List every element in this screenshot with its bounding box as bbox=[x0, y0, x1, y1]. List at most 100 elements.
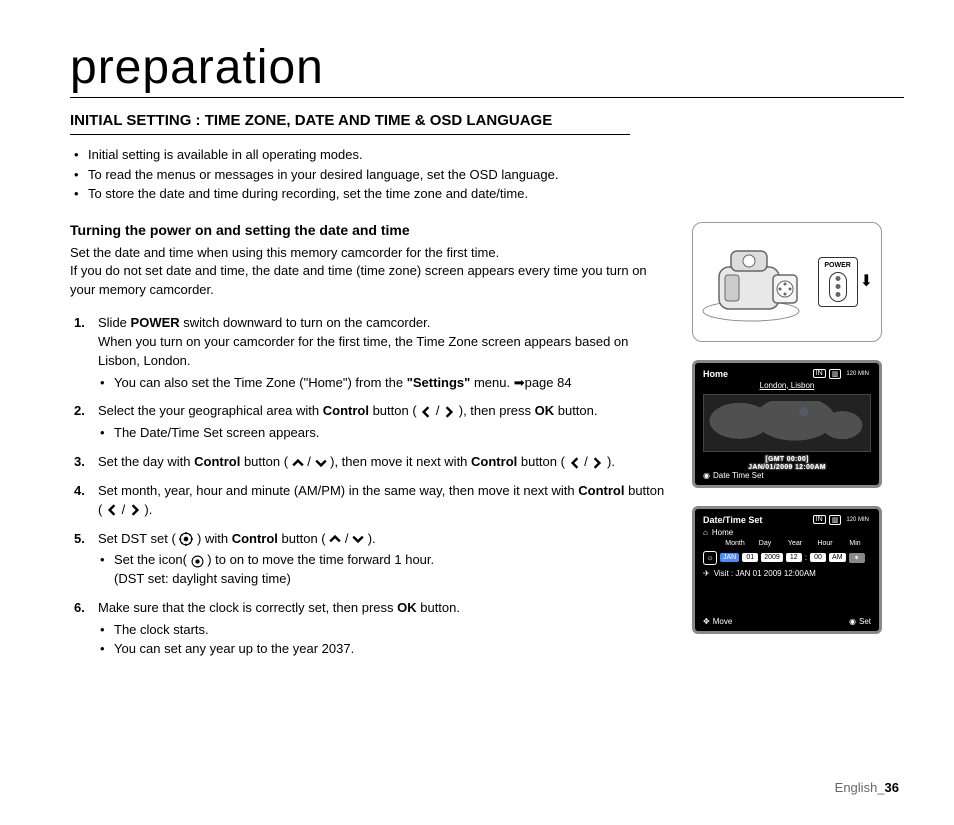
home-icon: ⌂ bbox=[703, 528, 708, 537]
text: Set the day with bbox=[98, 454, 194, 469]
footer-page: 36 bbox=[885, 780, 899, 795]
dst-gear-icon bbox=[179, 532, 193, 546]
chevron-down-icon bbox=[352, 533, 364, 545]
control-label: Control bbox=[578, 483, 624, 498]
lcd-home-row: ⌂ Home bbox=[703, 528, 871, 537]
lcd-visit-text: Visit : JAN 01 2009 12:00AM bbox=[714, 569, 816, 578]
page-title: preparation bbox=[70, 40, 904, 98]
sub-bullet: Set the icon( ) to on to move the time f… bbox=[98, 551, 670, 589]
text: ). bbox=[368, 531, 376, 546]
power-switch-diagram: POWER bbox=[818, 257, 858, 307]
lcd-gmt: [GMT 00:00] bbox=[703, 456, 871, 463]
world-map-graphic bbox=[703, 394, 871, 452]
lbl-min: Min bbox=[843, 540, 867, 547]
chevron-left-icon bbox=[420, 406, 432, 418]
ok-label: OK bbox=[535, 403, 555, 418]
text: button ( bbox=[517, 454, 568, 469]
control-label: Control bbox=[232, 531, 278, 546]
text: menu. ➡page 84 bbox=[470, 375, 571, 390]
field-ampm: AM bbox=[829, 553, 846, 562]
text: Set DST set ( bbox=[98, 531, 179, 546]
step-2: Select the your geographical area with C… bbox=[70, 402, 670, 443]
step-5: Set DST set ( ) with Control button ( / … bbox=[70, 530, 670, 590]
control-label: Control bbox=[194, 454, 240, 469]
steps-list: Slide POWER switch downward to turn on t… bbox=[70, 314, 670, 659]
lcd-footer-label: Date Time Set bbox=[713, 471, 764, 480]
control-label: Control bbox=[323, 403, 369, 418]
field-month: JAN bbox=[720, 553, 739, 562]
nav-dot-icon: ◉ bbox=[703, 471, 710, 480]
ok-label: OK bbox=[397, 600, 417, 615]
field-labels: Month Day Year Hour Min bbox=[703, 540, 871, 547]
text: ) to on to move the time forward 1 hour. bbox=[207, 552, 434, 567]
chevron-right-icon bbox=[443, 406, 455, 418]
text: switch downward to turn on the camcorder… bbox=[180, 315, 431, 330]
section-heading: INITIAL SETTING : TIME ZONE, DATE AND TI… bbox=[70, 112, 630, 135]
chevron-left-icon bbox=[106, 504, 118, 516]
text: Slide bbox=[98, 315, 131, 330]
intro-bullet: To store the date and time during record… bbox=[70, 184, 904, 204]
text: ) with bbox=[197, 531, 232, 546]
battery-icon: ▥ bbox=[829, 515, 842, 525]
lcd-datetime: JAN/01/2009 12:00AM bbox=[703, 464, 871, 471]
chevron-right-icon bbox=[591, 457, 603, 469]
figure-column: POWER ⬇ Home IN ▥ 120 MIN London, Lisbon… bbox=[692, 222, 882, 669]
lcd-footer-move: ✥ Move bbox=[703, 617, 732, 626]
text: You can also set the Time Zone ("Home") … bbox=[114, 375, 407, 390]
text: Set the icon( bbox=[114, 552, 191, 567]
field-dst-toggle: ✶ bbox=[849, 553, 865, 563]
time-badge: 120 MIN bbox=[844, 371, 871, 377]
storage-badge: IN bbox=[813, 369, 826, 378]
intro-bullet: To read the menus or messages in your de… bbox=[70, 165, 904, 185]
nav-dot-icon: ◉ bbox=[849, 617, 856, 626]
lcd-status-icons: IN ▥ 120 MIN bbox=[813, 369, 871, 379]
lcd-home-label: Home bbox=[712, 528, 733, 537]
chevron-up-icon bbox=[329, 533, 341, 545]
footer-lang: English_ bbox=[835, 780, 885, 795]
page-footer: English_36 bbox=[835, 780, 899, 795]
figure-lcd-timezone: Home IN ▥ 120 MIN London, Lisbon [GMT 00… bbox=[692, 360, 882, 488]
chevron-left-icon bbox=[569, 457, 581, 469]
time-badge: 120 MIN bbox=[844, 517, 871, 523]
lcd-city: London, Lisbon bbox=[703, 381, 871, 390]
chevron-down-icon bbox=[315, 457, 327, 469]
power-label: POWER bbox=[131, 315, 180, 330]
lcd-footer-left: ◉ Date Time Set bbox=[703, 471, 764, 480]
camcorder-illustration bbox=[701, 239, 811, 324]
intro-bullet: Initial setting is available in all oper… bbox=[70, 145, 904, 165]
lbl-day: Day bbox=[753, 540, 777, 547]
lcd-visit-row: ✈ Visit : JAN 01 2009 12:00AM bbox=[703, 569, 871, 578]
intro-paragraph: Set the date and time when using this me… bbox=[70, 244, 670, 301]
move-label: Move bbox=[713, 617, 733, 626]
text: Set month, year, hour and minute (AM/PM)… bbox=[98, 483, 578, 498]
text: ). bbox=[607, 454, 615, 469]
text: button. bbox=[417, 600, 460, 615]
main-text-column: Turning the power on and setting the dat… bbox=[70, 222, 670, 669]
text: Make sure that the clock is correctly se… bbox=[98, 600, 397, 615]
sub-bullet: You can also set the Time Zone ("Home") … bbox=[98, 374, 670, 393]
lcd-footer-set: ◉ Set bbox=[849, 617, 871, 626]
text: button ( bbox=[369, 403, 420, 418]
intro-bullet-list: Initial setting is available in all oper… bbox=[70, 145, 904, 204]
battery-icon: ▥ bbox=[829, 369, 842, 379]
text: button ( bbox=[240, 454, 291, 469]
dst-gear-icon bbox=[191, 555, 204, 568]
power-slot bbox=[829, 272, 847, 302]
text: button. bbox=[554, 403, 597, 418]
text: (DST set: daylight saving time) bbox=[114, 571, 291, 586]
field-hour: 12 bbox=[786, 553, 802, 562]
step-4: Set month, year, hour and minute (AM/PM)… bbox=[70, 482, 670, 520]
lbl-hour: Hour bbox=[813, 540, 837, 547]
lbl-month: Month bbox=[723, 540, 747, 547]
lcd-status-icons: IN ▥ 120 MIN bbox=[813, 515, 871, 525]
text: ), then move it next with bbox=[330, 454, 471, 469]
field-day: 01 bbox=[742, 553, 758, 562]
set-label: Set bbox=[859, 617, 871, 626]
step-6: Make sure that the clock is correctly se… bbox=[70, 599, 670, 659]
sub-bullet: You can set any year up to the year 2037… bbox=[98, 640, 670, 659]
text: When you turn on your camcorder for the … bbox=[98, 334, 628, 368]
text: ). bbox=[144, 502, 152, 517]
lbl-year: Year bbox=[783, 540, 807, 547]
chevron-up-icon bbox=[292, 457, 304, 469]
text: button ( bbox=[278, 531, 329, 546]
